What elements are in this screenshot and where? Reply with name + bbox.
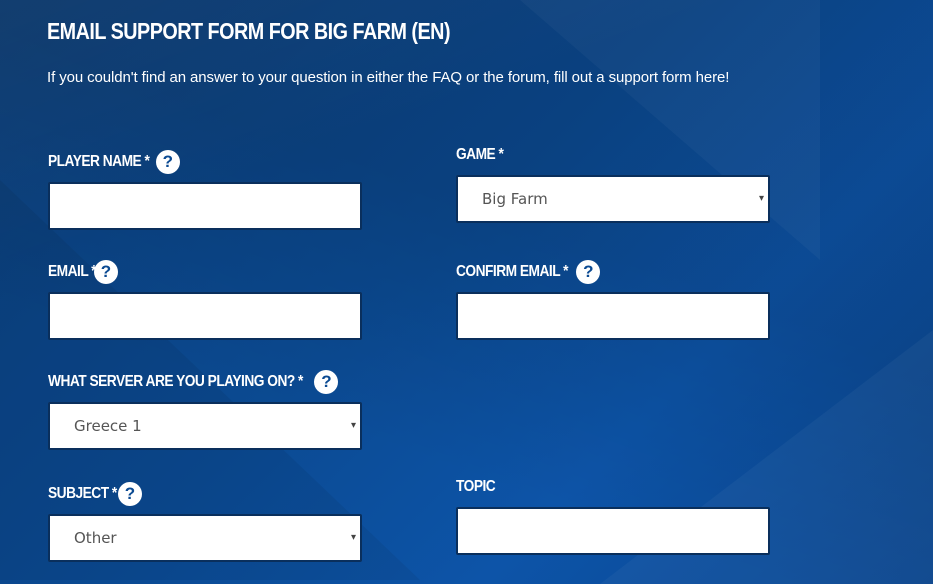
server-label: WHAT SERVER ARE YOU PLAYING ON? * xyxy=(48,373,303,390)
player-name-input-box xyxy=(48,182,362,230)
email-input-box xyxy=(48,292,362,340)
chevron-down-icon: ▾ xyxy=(350,532,356,543)
help-icon[interactable]: ? xyxy=(117,482,142,506)
server-selected-value: Greece 1 xyxy=(74,417,142,435)
confirm-email-field: CONFIRM EMAIL * ? xyxy=(456,260,770,340)
subject-selected-value: Other xyxy=(74,529,117,547)
game-selected-value: Big Farm xyxy=(482,190,548,208)
confirm-email-input[interactable] xyxy=(458,294,768,338)
player-name-input[interactable] xyxy=(50,184,360,228)
subject-select[interactable]: Other ▾ xyxy=(48,514,362,562)
confirm-email-input-box xyxy=(456,292,770,340)
chevron-down-icon: ▾ xyxy=(758,193,764,204)
topic-field: TOPIC xyxy=(456,475,770,555)
player-name-label: PLAYER NAME * xyxy=(48,153,150,170)
email-field: EMAIL * ? xyxy=(48,260,362,340)
email-input[interactable] xyxy=(50,294,360,338)
game-label: GAME * xyxy=(456,146,504,163)
help-icon[interactable]: ? xyxy=(576,260,601,284)
subject-label: SUBJECT * xyxy=(48,485,117,502)
player-name-field: PLAYER NAME * ? xyxy=(48,150,362,230)
page-title: EMAIL SUPPORT FORM FOR BIG FARM (EN) xyxy=(47,18,451,44)
game-field: GAME * Big Farm ▾ xyxy=(456,143,770,223)
game-select[interactable]: Big Farm ▾ xyxy=(456,175,770,223)
server-field: WHAT SERVER ARE YOU PLAYING ON? * ? Gree… xyxy=(48,370,362,450)
help-icon[interactable]: ? xyxy=(314,370,339,394)
confirm-email-label: CONFIRM EMAIL * xyxy=(456,263,569,280)
subject-field: SUBJECT * ? Other ▾ xyxy=(48,482,362,562)
chevron-down-icon: ▾ xyxy=(350,420,356,431)
intro-text: If you couldn't find an answer to your q… xyxy=(47,69,730,86)
topic-label: TOPIC xyxy=(456,478,496,495)
help-icon[interactable]: ? xyxy=(93,260,118,284)
topic-input[interactable] xyxy=(458,509,768,553)
email-label: EMAIL * xyxy=(48,263,97,280)
help-icon[interactable]: ? xyxy=(155,150,180,174)
topic-input-box xyxy=(456,507,770,555)
server-select[interactable]: Greece 1 ▾ xyxy=(48,402,362,450)
